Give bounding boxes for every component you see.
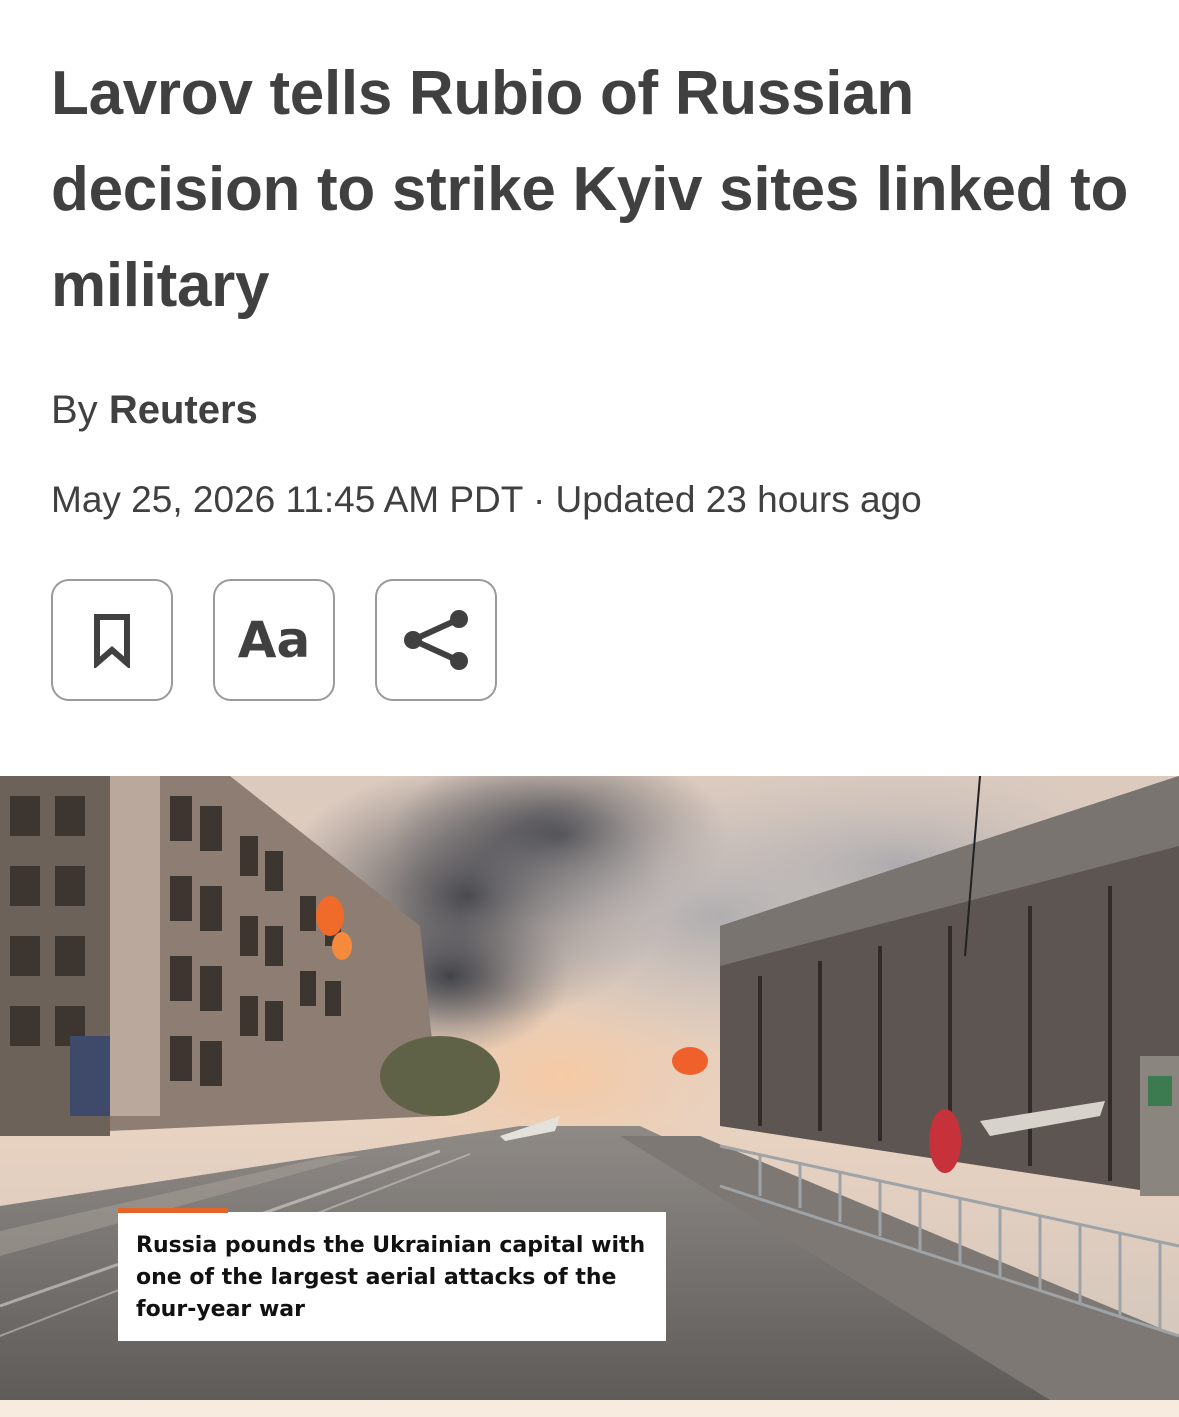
video-caption-text: Russia pounds the Ukrainian capital with…: [136, 1233, 646, 1322]
byline-prefix: By: [51, 388, 98, 432]
bookmark-icon: [94, 614, 130, 668]
dateline: May 25, 2026 11:45 AM PDT · Updated 23 h…: [51, 479, 922, 520]
bookmark-button[interactable]: [51, 579, 173, 701]
share-icon: [404, 610, 468, 670]
caption-accent-bar: [118, 1208, 228, 1213]
byline: By Reuters: [51, 384, 258, 436]
article-headline: Lavrov tells Rubio of Russian decision t…: [51, 59, 1129, 320]
video-player[interactable]: Russia pounds the Ukrainian capital with…: [0, 776, 1179, 1400]
text-size-label: Aa: [237, 611, 311, 669]
author-link[interactable]: Reuters: [109, 388, 258, 432]
video-caption: Russia pounds the Ukrainian capital with…: [118, 1208, 666, 1341]
text-size-button[interactable]: Aa: [213, 579, 335, 701]
bottom-strip: [0, 1400, 1179, 1417]
share-button[interactable]: [375, 579, 497, 701]
